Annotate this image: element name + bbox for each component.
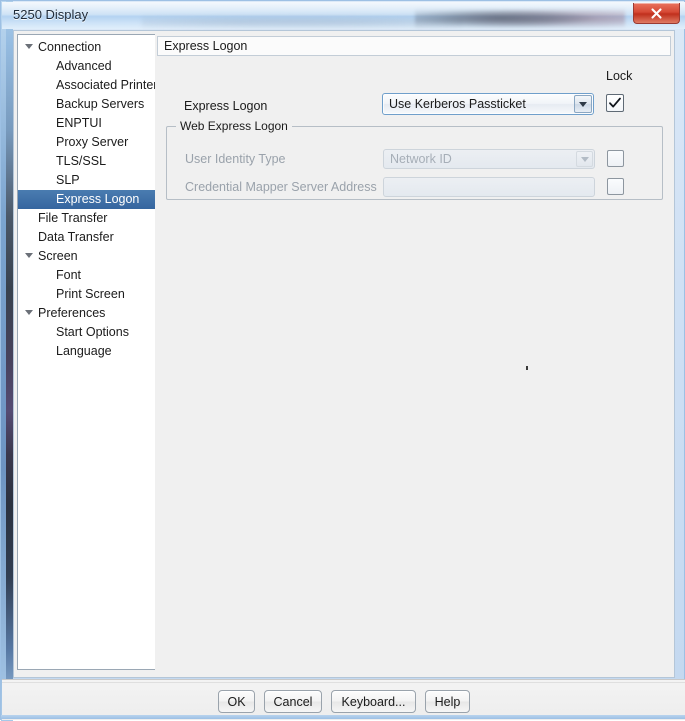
cancel-button[interactable]: Cancel	[264, 690, 322, 713]
title-bar-icons-blur-artifact	[415, 6, 625, 28]
user-identity-type-combobox: Network ID	[383, 149, 595, 169]
tree-expander-collapse-icon[interactable]	[25, 44, 33, 49]
button-bar-divider	[2, 682, 685, 683]
sidebar-item-label: Advanced	[56, 59, 112, 73]
sidebar-item-label: Express Logon	[56, 192, 140, 206]
settings-tree-panel: Connection Advanced Associated Printer Back…	[17, 34, 157, 670]
user-identity-type-label: User Identity Type	[185, 152, 286, 166]
credential-mapper-server-address-label: Credential Mapper Server Address	[185, 180, 377, 194]
ok-button[interactable]: OK	[218, 690, 255, 713]
sidebar-item-tls-ssl[interactable]: TLS/SSL	[18, 152, 156, 171]
lock-column-header: Lock	[606, 69, 633, 83]
dialog-window: 5250 Display Connection Advanced Associate…	[0, 0, 685, 721]
chevron-down-icon	[580, 156, 589, 162]
sidebar-item-proxy-server[interactable]: Proxy Server	[18, 133, 156, 152]
dialog-client-area: Connection Advanced Associated Printer Back…	[13, 30, 675, 678]
sidebar-item-label: File Transfer	[38, 211, 108, 225]
sidebar-item-label: Associated Printer	[56, 78, 157, 92]
title-bar[interactable]: 5250 Display	[2, 2, 685, 30]
window-title: 5250 Display	[13, 7, 89, 22]
tree-expander-collapse-icon[interactable]	[25, 310, 33, 315]
sidebar-item-label: Connection	[38, 40, 102, 54]
keyboard-button[interactable]: Keyboard...	[331, 690, 416, 713]
tree-expander-collapse-icon[interactable]	[25, 253, 33, 258]
credential-mapper-server-address-input	[383, 177, 595, 197]
user-identity-type-lock-checkbox	[607, 150, 624, 167]
credential-mapper-server-address-lock-checkbox	[607, 178, 624, 195]
sidebar-item-label: Backup Servers	[56, 97, 145, 111]
sidebar-item-slp[interactable]: SLP	[18, 171, 156, 190]
sidebar-item-start-options[interactable]: Start Options	[18, 323, 156, 342]
express-logon-combobox-value: Use Kerberos Passticket	[389, 97, 526, 111]
sidebar-item-screen[interactable]: Screen	[18, 247, 156, 266]
sidebar-item-label: Preferences	[38, 306, 106, 320]
help-button[interactable]: Help	[425, 690, 470, 713]
content-pane: Express Logon Lock Express Logon Use Ker…	[155, 34, 673, 670]
sidebar-item-label: ENPTUI	[56, 116, 102, 130]
express-logon-lock-checkbox[interactable]	[606, 94, 624, 112]
dialog-button-bar: OK Cancel Keyboard... Help	[2, 679, 685, 720]
stray-pixel-artifact	[526, 366, 528, 370]
sidebar-item-advanced[interactable]: Advanced	[18, 57, 156, 76]
sidebar-item-label: Data Transfer	[38, 230, 114, 244]
sidebar-item-backup-servers[interactable]: Backup Servers	[18, 95, 156, 114]
close-x-icon	[651, 7, 662, 19]
express-logon-dropdown-button[interactable]	[574, 95, 592, 113]
window-left-border	[1, 1, 6, 721]
sidebar-item-label: Font	[56, 268, 82, 282]
sidebar-item-label: Language	[56, 344, 112, 358]
sidebar-item-connection[interactable]: Connection	[18, 38, 156, 57]
web-express-logon-groupbox: Web Express Logon User Identity Type Net…	[166, 119, 663, 200]
sidebar-item-label: Start Options	[56, 325, 129, 339]
sidebar-item-print-screen[interactable]: Print Screen	[18, 285, 156, 304]
express-logon-label: Express Logon	[184, 99, 268, 113]
chevron-down-icon	[579, 101, 587, 107]
sidebar-item-preferences[interactable]: Preferences	[18, 304, 156, 323]
user-identity-type-value: Network ID	[390, 152, 452, 166]
window-bottom-border	[1, 715, 685, 719]
web-express-logon-groupbox-title: Web Express Logon	[176, 119, 292, 133]
sidebar-item-data-transfer[interactable]: Data Transfer	[18, 228, 156, 247]
sidebar-item-label: Print Screen	[56, 287, 125, 301]
user-identity-type-dropdown-button	[576, 151, 593, 167]
settings-tree: Connection Advanced Associated Printer Back…	[18, 35, 156, 361]
sidebar-item-label: Screen	[38, 249, 78, 263]
sidebar-item-language[interactable]: Language	[18, 342, 156, 361]
title-bar-blur-artifact	[142, 14, 462, 30]
sidebar-item-label: SLP	[56, 173, 80, 187]
express-logon-combobox[interactable]: Use Kerberos Passticket	[382, 93, 594, 115]
page-title: Express Logon	[157, 36, 671, 56]
sidebar-item-enptui[interactable]: ENPTUI	[18, 114, 156, 133]
sidebar-item-associated-printer[interactable]: Associated Printer	[18, 76, 156, 95]
close-button[interactable]	[633, 3, 680, 24]
sidebar-item-label: TLS/SSL	[56, 154, 107, 168]
sidebar-item-file-transfer[interactable]: File Transfer	[18, 209, 156, 228]
sidebar-item-label: Proxy Server	[56, 135, 129, 149]
sidebar-item-express-logon[interactable]: Express Logon	[18, 190, 156, 209]
sidebar-item-font[interactable]: Font	[18, 266, 156, 285]
